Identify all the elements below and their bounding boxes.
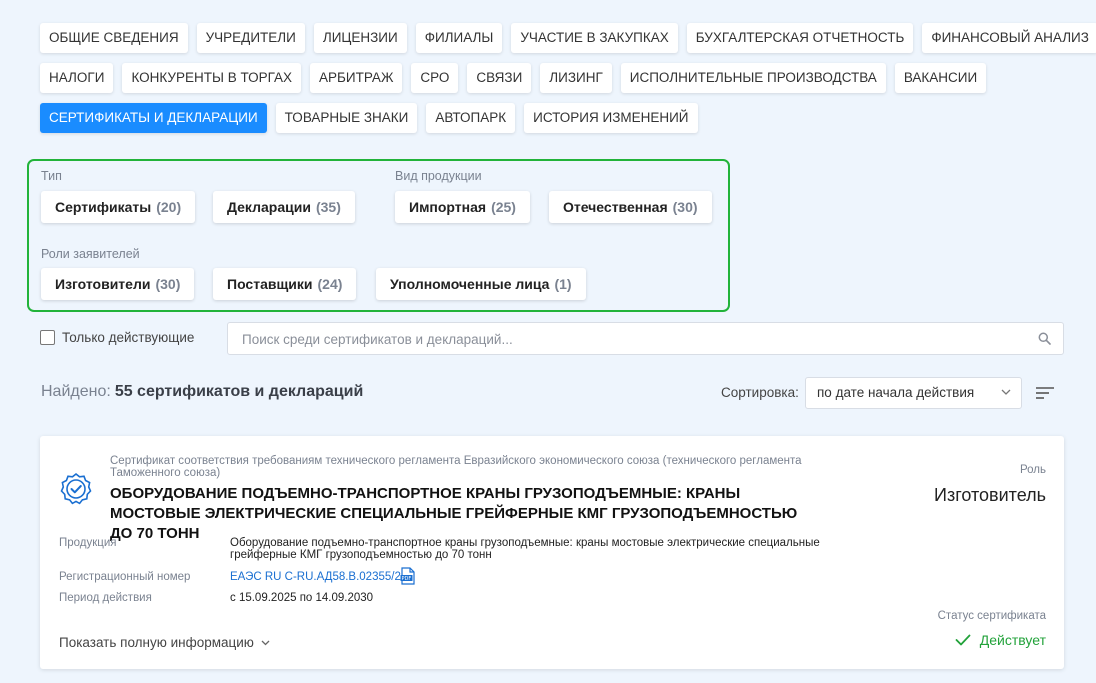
sort-label: Сортировка: bbox=[721, 385, 799, 400]
chip-count: (25) bbox=[491, 199, 516, 215]
chip-count: (20) bbox=[156, 199, 182, 215]
role-label: Роль bbox=[1019, 464, 1046, 476]
svg-text:PDF: PDF bbox=[402, 576, 412, 582]
found-value: 55 сертификатов и деклараций bbox=[114, 383, 364, 400]
filter-chip-suppliers[interactable]: Поставщики (24) bbox=[213, 268, 357, 300]
tab-vacancies[interactable]: ВАКАНСИИ bbox=[894, 63, 987, 93]
chip-label: Декларации bbox=[227, 199, 311, 215]
section-tabs: ОБЩИЕ СВЕДЕНИЯ УЧРЕДИТЕЛИ ЛИЦЕНЗИИ ФИЛИА… bbox=[40, 23, 1096, 143]
reg-number-label: Регистрационный номер bbox=[59, 571, 191, 583]
sort-order-icon[interactable] bbox=[1035, 386, 1055, 400]
certificate-type: Сертификат соответствия требованиям техн… bbox=[110, 455, 802, 479]
sort-select[interactable]: по дате начала действия bbox=[805, 377, 1022, 409]
tab-financial-analysis[interactable]: ФИНАНСОВЫЙ АНАЛИЗ bbox=[922, 23, 1096, 53]
tab-certificates[interactable]: СЕРТИФИКАТЫ И ДЕКЛАРАЦИИ bbox=[40, 103, 267, 133]
filter-chip-manufacturers[interactable]: Изготовители (30) bbox=[41, 268, 195, 300]
tab-vehicles[interactable]: АВТОПАРК bbox=[426, 103, 516, 133]
found-label: Найдено: bbox=[41, 383, 111, 400]
filter-panel: Тип Сертификаты (20) Декларации (35) Вид п… bbox=[27, 159, 730, 312]
chip-label: Поставщики bbox=[227, 276, 313, 292]
tab-enforcement[interactable]: ИСПОЛНИТЕЛЬНЫЕ ПРОИЗВОДСТВА bbox=[620, 63, 886, 93]
tab-taxes[interactable]: НАЛОГИ bbox=[40, 63, 114, 93]
search-box bbox=[227, 322, 1064, 356]
tab-accounting[interactable]: БУХГАЛТЕРСКАЯ ОТЧЕТНОСТЬ bbox=[686, 23, 914, 53]
product-value: Оборудование подъемно-транспортное краны… bbox=[230, 537, 820, 561]
only-active-toggle[interactable]: Только действующие bbox=[40, 330, 194, 345]
checkmark-icon bbox=[955, 634, 971, 646]
tab-arbitration[interactable]: АРБИТРАЖ bbox=[310, 63, 403, 93]
show-full-info-button[interactable]: Показать полную информацию bbox=[59, 635, 270, 650]
tab-general-info[interactable]: ОБЩИЕ СВЕДЕНИЯ bbox=[40, 23, 188, 53]
chip-label: Импортная bbox=[409, 199, 487, 215]
tab-trademarks[interactable]: ТОВАРНЫЕ ЗНАКИ bbox=[275, 103, 418, 133]
search-input[interactable] bbox=[228, 323, 1024, 356]
chip-count: (24) bbox=[317, 276, 343, 292]
tab-procurement[interactable]: УЧАСТИЕ В ЗАКУПКАХ bbox=[511, 23, 678, 53]
chip-label: Сертификаты bbox=[55, 199, 152, 215]
tab-row-1: ОБЩИЕ СВЕДЕНИЯ УЧРЕДИТЕЛИ ЛИЦЕНЗИИ ФИЛИА… bbox=[40, 23, 1096, 53]
tab-sro[interactable]: СРО bbox=[411, 63, 459, 93]
chip-count: (30) bbox=[155, 276, 181, 292]
chip-count: (35) bbox=[315, 199, 341, 215]
sort-value: по дате начала действия bbox=[817, 385, 975, 400]
period-value: с 15.09.2025 по 14.09.2030 bbox=[230, 592, 374, 604]
only-active-label: Только действующие bbox=[62, 330, 195, 345]
role-value: Изготовитель bbox=[934, 485, 1046, 505]
results-count: Найдено: 55 сертификатов и деклараций bbox=[41, 383, 363, 401]
chevron-down-icon bbox=[261, 640, 270, 645]
reg-number-row: ЕАЭС RU C-RU.АД58.В.02355/25 bbox=[230, 571, 820, 583]
status-badge: Действует bbox=[955, 632, 1046, 648]
pdf-icon[interactable]: PDF bbox=[400, 567, 416, 585]
product-label: Продукция bbox=[59, 537, 117, 549]
status-label: Статус сертификата bbox=[937, 610, 1046, 622]
tab-competitors[interactable]: КОНКУРЕНТЫ В ТОРГАХ bbox=[122, 63, 302, 93]
tab-branches[interactable]: ФИЛИАЛЫ bbox=[415, 23, 503, 53]
status-value: Действует bbox=[979, 632, 1046, 648]
tab-leasing[interactable]: ЛИЗИНГ bbox=[540, 63, 612, 93]
filter-chip-declarations[interactable]: Декларации (35) bbox=[213, 191, 355, 223]
filter-type-label: Тип bbox=[41, 169, 62, 183]
chip-count: (30) bbox=[672, 199, 698, 215]
chevron-down-icon bbox=[1001, 389, 1011, 395]
filter-chip-certificates[interactable]: Сертификаты (20) bbox=[41, 191, 196, 223]
show-full-info-label: Показать полную информацию bbox=[59, 635, 254, 650]
tab-connections[interactable]: СВЯЗИ bbox=[467, 63, 532, 93]
chip-count: (1) bbox=[554, 276, 572, 292]
filter-chip-imported[interactable]: Импортная (25) bbox=[395, 191, 530, 223]
filter-chip-authorized[interactable]: Уполномоченные лица (1) bbox=[376, 268, 586, 300]
tab-row-3: СЕРТИФИКАТЫ И ДЕКЛАРАЦИИ ТОВАРНЫЕ ЗНАКИ … bbox=[40, 103, 1070, 133]
certificate-card: Сертификат соответствия требованиям техн… bbox=[40, 436, 1064, 669]
only-active-checkbox[interactable] bbox=[40, 330, 55, 345]
filter-product-label: Вид продукции bbox=[395, 169, 482, 183]
tab-history[interactable]: ИСТОРИЯ ИЗМЕНЕНИЙ bbox=[524, 103, 698, 133]
chip-label: Уполномоченные лица bbox=[390, 276, 550, 292]
tab-founders[interactable]: УЧРЕДИТЕЛИ bbox=[196, 23, 305, 53]
tab-licenses[interactable]: ЛИЦЕНЗИИ bbox=[313, 23, 407, 53]
filter-roles-label: Роли заявителей bbox=[41, 247, 140, 261]
tab-row-2: НАЛОГИ КОНКУРЕНТЫ В ТОРГАХ АРБИТРАЖ СРО … bbox=[40, 63, 1070, 93]
chip-label: Отечественная bbox=[563, 199, 668, 215]
reg-number-link[interactable]: ЕАЭС RU C-RU.АД58.В.02355/25 bbox=[230, 571, 407, 583]
certificate-verified-icon bbox=[60, 472, 92, 505]
filter-chip-domestic[interactable]: Отечественная (30) bbox=[549, 191, 712, 223]
certificate-title[interactable]: ОБОРУДОВАНИЕ ПОДЪЕМНО-ТРАНСПОРТНОЕ КРАНЫ… bbox=[110, 484, 810, 544]
chip-label: Изготовители bbox=[55, 276, 151, 292]
search-icon[interactable] bbox=[1038, 332, 1051, 345]
period-label: Период действия bbox=[59, 592, 152, 604]
